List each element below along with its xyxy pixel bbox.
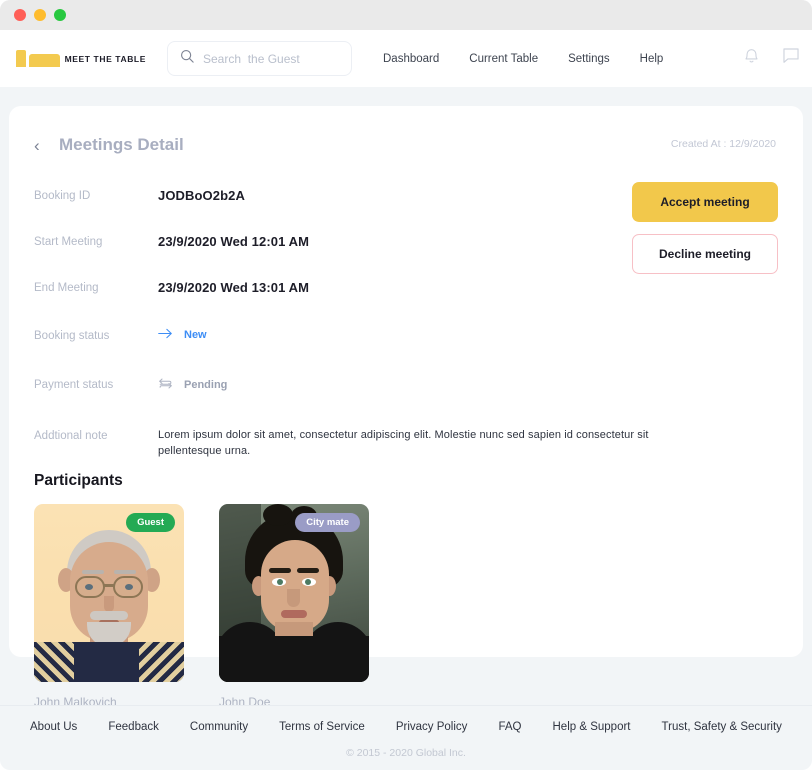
nav-link-settings[interactable]: Settings [568,53,610,65]
decline-meeting-button[interactable]: Decline meeting [632,234,778,274]
status-text: New [184,329,207,341]
detail-value: Lorem ipsum dolor sit amet, consectetur … [158,429,649,457]
nav-links: Dashboard Current Table Settings Help [383,53,663,65]
brand-logo[interactable]: MEET THE TABLE [16,50,146,67]
page-footer: About Us Feedback Community Terms of Ser… [0,705,812,770]
detail-value: JODBoO2b2A [158,188,245,203]
minimize-window-button[interactable] [34,9,46,21]
search-icon [180,49,194,68]
footer-link-about-us[interactable]: About Us [30,721,77,733]
meeting-detail-card: ‹ Meetings Detail Created At : 12/9/2020… [9,106,803,709]
accept-meeting-button[interactable]: Accept meeting [632,182,778,222]
app-window: MEET THE TABLE Dashboard Current Table S… [0,0,812,770]
detail-label: End Meeting [34,282,99,294]
page-title: Meetings Detail [59,135,184,154]
search-input[interactable] [203,51,339,66]
footer-link-help-support[interactable]: Help & Support [553,721,631,733]
cycle-icon [158,377,173,393]
participant-badge: City mate [295,513,360,532]
detail-row-payment-status: Payment status Pending [34,377,778,409]
detail-label: Start Meeting [34,236,103,248]
footer-link-trust-safety-security[interactable]: Trust, Safety & Security [662,721,782,733]
bed-icon [16,50,60,67]
participants-heading: Participants [34,472,123,489]
detail-label: Booking ID [34,190,91,202]
status-text: Pending [184,379,228,391]
participants-list: Guest John Malkovich City mate John Doe [34,504,778,709]
detail-row-booking-status: Booking status New [34,328,778,360]
detail-row-end-meeting: End Meeting 23/9/2020 Wed 13:01 AM [34,280,778,312]
footer-links: About Us Feedback Community Terms of Ser… [0,705,812,747]
copyright-text: © 2015 - 2020 Global Inc. [346,747,466,759]
detail-value: 23/9/2020 Wed 13:01 AM [158,280,310,295]
bell-icon[interactable] [743,47,760,70]
status-badge-booking: New [158,328,207,342]
participant-photo[interactable]: City mate [219,504,369,682]
detail-label: Addtional note [34,430,108,442]
nav-icon-group [743,47,800,70]
nav-link-dashboard[interactable]: Dashboard [383,53,439,65]
top-navigation-bar: MEET THE TABLE Dashboard Current Table S… [0,30,812,87]
window-titlebar [0,0,812,30]
card-header: ‹ Meetings Detail Created At : 12/9/2020 [34,128,778,162]
detail-label: Booking status [34,330,110,342]
participant-card[interactable]: Guest John Malkovich [34,504,184,709]
created-at-label: Created At : 12/9/2020 [670,138,776,150]
nav-link-current-table[interactable]: Current Table [469,53,538,65]
footer-link-privacy-policy[interactable]: Privacy Policy [396,721,468,733]
close-window-button[interactable] [14,9,26,21]
footer-link-community[interactable]: Community [190,721,248,733]
detail-label: Payment status [34,379,114,391]
detail-value: 23/9/2020 Wed 12:01 AM [158,234,310,249]
arrow-right-icon [158,328,173,342]
footer-link-faq[interactable]: FAQ [498,721,521,733]
participant-badge: Guest [126,513,175,532]
detail-row-additional-note: Addtional note Lorem ipsum dolor sit ame… [34,428,778,460]
participant-photo[interactable]: Guest [34,504,184,682]
participant-card[interactable]: City mate John Doe [219,504,369,709]
chevron-left-icon[interactable]: ‹ [34,137,54,154]
search-container[interactable] [167,41,352,76]
nav-link-help[interactable]: Help [640,53,664,65]
footer-link-terms-of-service[interactable]: Terms of Service [279,721,365,733]
maximize-window-button[interactable] [54,9,66,21]
footer-link-feedback[interactable]: Feedback [108,721,159,733]
status-badge-payment: Pending [158,377,227,393]
meeting-actions: Accept meeting Decline meeting [632,182,778,274]
brand-name: MEET THE TABLE [64,53,146,64]
chat-icon[interactable] [782,47,800,70]
